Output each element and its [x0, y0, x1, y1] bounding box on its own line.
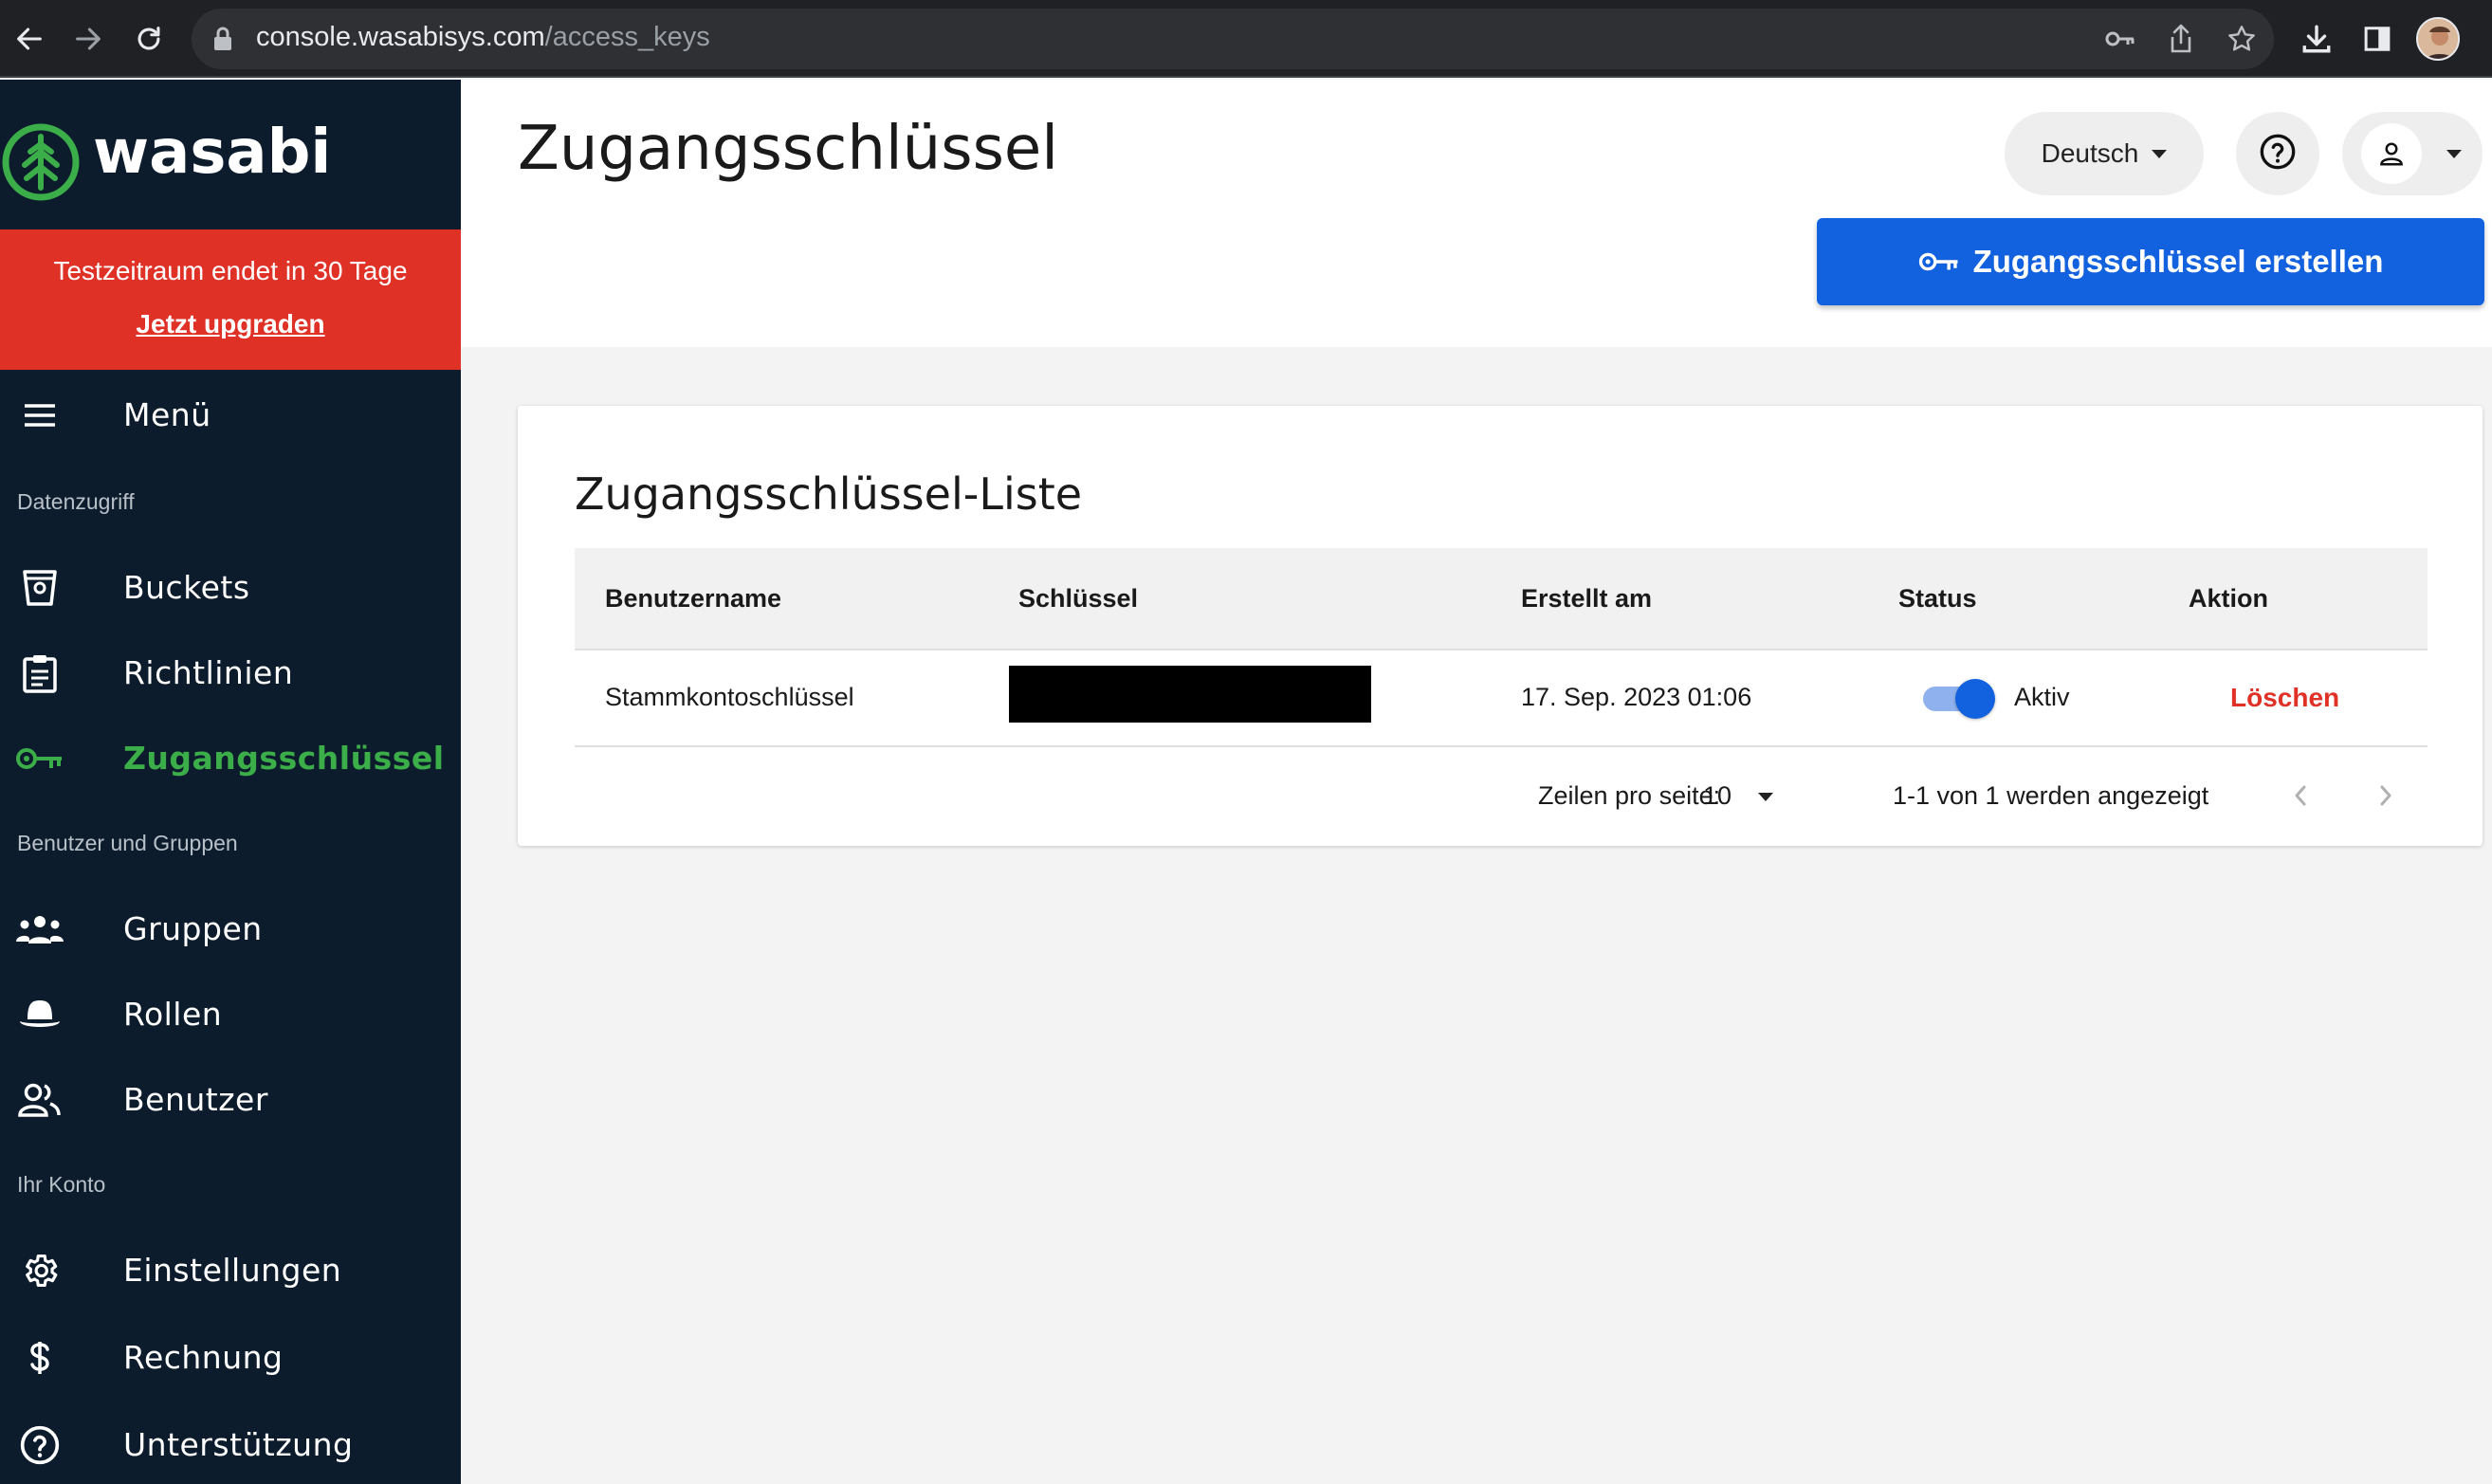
trial-message: Testzeitraum endet in 30 Tage — [53, 256, 408, 285]
share-icon[interactable] — [2164, 22, 2198, 56]
rows-per-page-label: Zeilen pro seite: — [1538, 781, 1721, 810]
user-icon — [2361, 123, 2422, 184]
address-bar[interactable]: console.wasabisys.com/access_keys — [192, 9, 2274, 69]
sidebar-item-buckets[interactable]: Buckets — [0, 550, 461, 626]
page-title: Zugangsschlüssel — [518, 114, 1059, 184]
gear-icon — [15, 1250, 64, 1292]
chevron-left-icon[interactable] — [2289, 779, 2312, 816]
forward-icon[interactable] — [64, 15, 112, 63]
account-menu-button[interactable] — [2342, 112, 2483, 195]
lock-icon — [212, 26, 233, 57]
column-key: Schlüssel — [1018, 584, 1139, 613]
section-data-access: Datenzugriff — [17, 489, 135, 514]
sidebar: wasabi Testzeitraum endet in 30 Tage Jet… — [0, 80, 461, 1484]
help-button[interactable] — [2236, 112, 2319, 195]
cell-username: Stammkontoschlüssel — [605, 683, 854, 711]
pagination: Zeilen pro seite: 10 1-1 von 1 werden an… — [575, 747, 2428, 846]
chevron-right-icon[interactable] — [2374, 779, 2397, 816]
help-circle-icon — [2259, 133, 2297, 175]
delete-link[interactable]: Löschen — [2230, 683, 2339, 713]
bucket-icon — [15, 567, 64, 609]
key-icon — [1918, 252, 1958, 271]
sidebar-item-groups[interactable]: Gruppen — [0, 891, 461, 967]
caret-down-icon — [2446, 150, 2462, 158]
sidebar-item-access-keys[interactable]: Zugangsschlüssel — [0, 721, 461, 797]
brand-logo[interactable]: wasabi — [0, 80, 461, 229]
sidebar-item-policies[interactable]: Richtlinien — [0, 635, 461, 711]
users-icon — [15, 1079, 64, 1121]
bookmark-star-icon[interactable] — [2225, 22, 2259, 56]
key-icon[interactable] — [2103, 22, 2137, 56]
help-circle-icon — [15, 1424, 64, 1466]
table-row: Stammkontoschlüssel 17. Sep. 2023 01:06 … — [575, 650, 2428, 747]
rows-per-page-select[interactable]: 10 — [1703, 781, 1732, 811]
menu-toggle[interactable]: Menü — [0, 377, 461, 453]
redacted-key — [1009, 666, 1371, 723]
page-header: Zugangsschlüssel Deutsch Zugangsschlüsse… — [461, 80, 2492, 347]
column-action: Aktion — [2189, 584, 2268, 613]
status-toggle[interactable] — [1921, 679, 1995, 719]
wasabi-logo-icon — [2, 123, 80, 206]
dollar-icon — [15, 1337, 64, 1379]
table-header: Benutzername Schlüssel Erstellt am Statu… — [575, 548, 2428, 650]
sidebar-item-billing[interactable]: Rechnung — [0, 1320, 461, 1396]
language-select[interactable]: Deutsch — [2005, 112, 2204, 195]
column-status: Status — [1898, 584, 1977, 613]
cell-created: 17. Sep. 2023 01:06 — [1521, 683, 1752, 711]
section-account: Ihr Konto — [17, 1172, 106, 1197]
clipboard-icon — [15, 652, 64, 694]
create-access-key-button[interactable]: Zugangsschlüssel erstellen — [1817, 218, 2484, 305]
sidebar-item-users[interactable]: Benutzer — [0, 1062, 461, 1138]
back-icon[interactable] — [6, 15, 53, 63]
card-title: Zugangsschlüssel-Liste — [575, 468, 1083, 520]
sidebar-item-roles[interactable]: Rollen — [0, 977, 461, 1053]
caret-down-icon[interactable] — [1758, 793, 1773, 801]
reload-icon[interactable] — [125, 15, 173, 63]
hamburger-icon — [15, 394, 64, 436]
sidebar-item-settings[interactable]: Einstellungen — [0, 1233, 461, 1309]
groups-icon — [15, 908, 64, 950]
key-icon — [15, 738, 64, 779]
browser-toolbar: console.wasabisys.com/access_keys — [0, 0, 2492, 78]
sidebar-item-support[interactable]: Unterstützung — [0, 1407, 461, 1483]
side-panel-icon[interactable] — [2355, 17, 2399, 61]
pagination-range: 1-1 von 1 werden angezeigt — [1893, 781, 2209, 810]
column-username: Benutzername — [605, 584, 782, 613]
brand-name: wasabi — [93, 118, 332, 188]
download-icon[interactable] — [2295, 17, 2338, 61]
access-key-list-card: Zugangsschlüssel-Liste Benutzername Schl… — [518, 406, 2483, 846]
url-text: console.wasabisys.com/access_keys — [256, 22, 710, 52]
profile-avatar[interactable] — [2416, 17, 2460, 61]
hat-icon — [15, 994, 64, 1035]
caret-down-icon — [2152, 149, 2168, 158]
upgrade-link[interactable]: Jetzt upgraden — [0, 309, 461, 339]
trial-banner: Testzeitraum endet in 30 Tage Jetzt upgr… — [0, 229, 461, 370]
section-users-groups: Benutzer und Gruppen — [17, 831, 238, 855]
column-created: Erstellt am — [1521, 584, 1653, 613]
status-label: Aktiv — [2014, 683, 2070, 711]
